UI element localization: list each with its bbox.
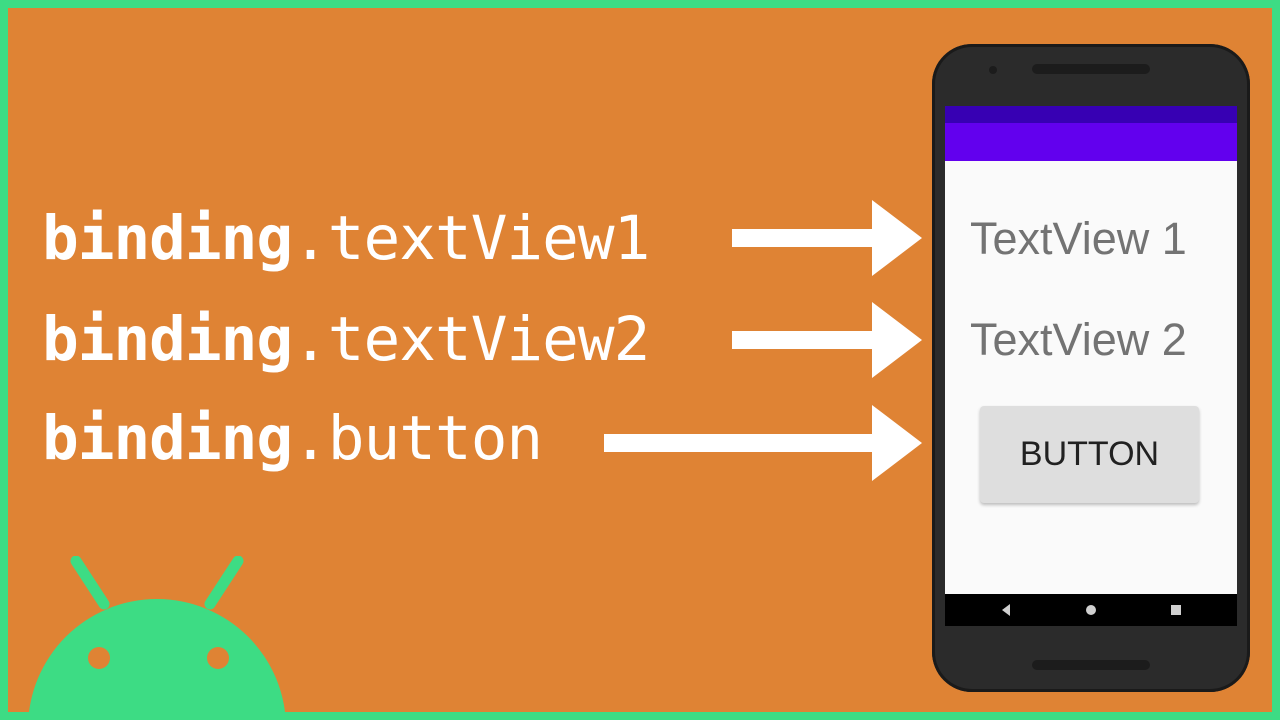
camera-icon [989, 66, 997, 74]
thumbnail-frame: binding.textView1 binding.textView2 bind… [0, 0, 1280, 720]
navigation-bar [945, 594, 1237, 626]
top-speaker [1032, 64, 1150, 74]
code-line-textview1: binding.textView1 [42, 208, 650, 269]
textview-2: TextView 2 [970, 314, 1187, 365]
arrow-right-icon [604, 405, 922, 481]
code-object: binding [42, 403, 293, 474]
code-property: .textView2 [292, 304, 650, 375]
code-object: binding [42, 203, 293, 274]
bottom-speaker [1032, 660, 1150, 670]
app-bar [945, 123, 1237, 161]
code-line-textview2: binding.textView2 [42, 309, 650, 370]
code-property: .button [292, 403, 543, 474]
arrow-right-icon [732, 302, 922, 378]
nav-back-icon[interactable] [1002, 604, 1010, 616]
nav-recents-icon[interactable] [1171, 605, 1181, 615]
phone-screen: TextView 1 TextView 2 BUTTON [945, 106, 1237, 626]
phone-mockup: TextView 1 TextView 2 BUTTON [932, 44, 1250, 692]
code-object: binding [42, 304, 293, 375]
app-button[interactable]: BUTTON [980, 406, 1199, 503]
arrow-right-icon [732, 200, 922, 276]
code-property: .textView1 [292, 203, 650, 274]
status-bar [945, 106, 1237, 123]
code-line-button: binding.button [42, 408, 543, 469]
nav-home-icon[interactable] [1086, 605, 1096, 615]
android-logo-icon [29, 556, 285, 712]
textview-1: TextView 1 [970, 213, 1187, 264]
